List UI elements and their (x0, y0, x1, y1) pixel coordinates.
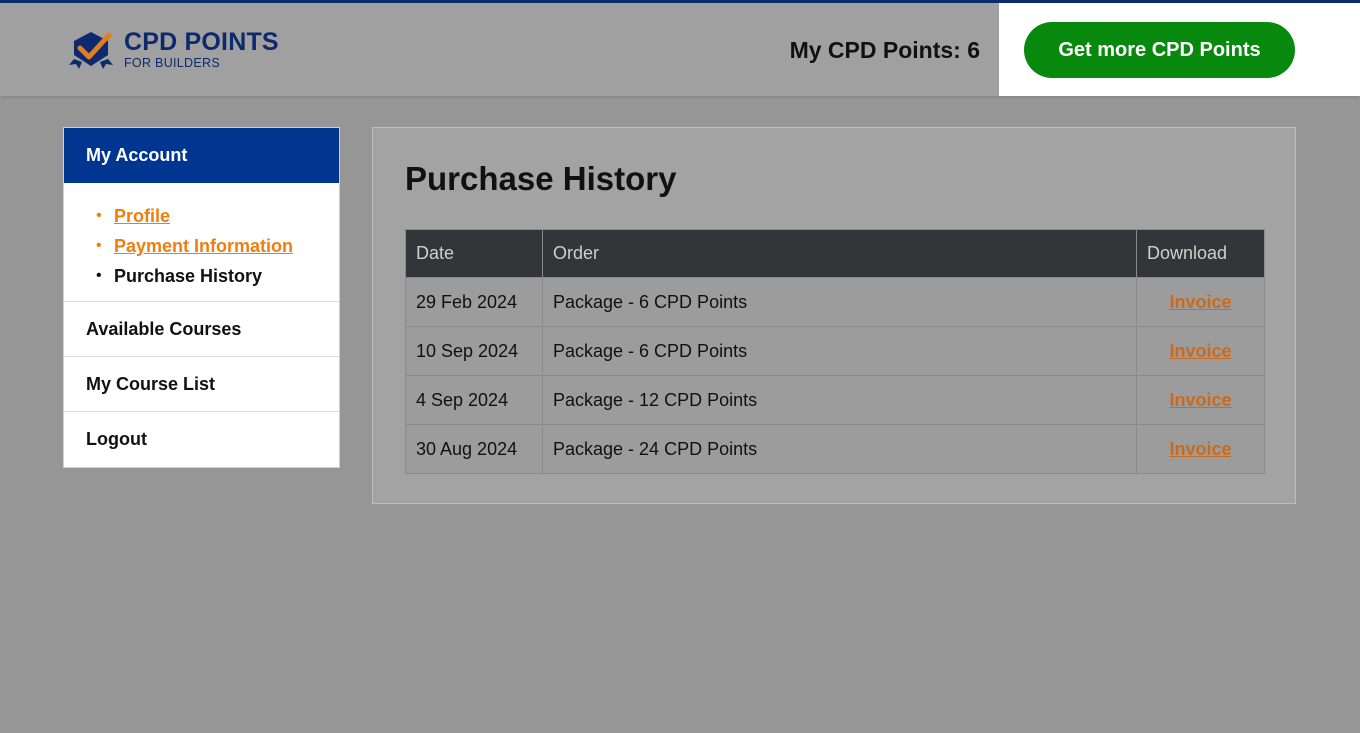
get-more-points-button[interactable]: Get more CPD Points (1024, 22, 1295, 78)
submenu-item-profile[interactable]: • Profile (96, 201, 339, 231)
table-row: 10 Sep 2024 Package - 6 CPD Points Invoi… (405, 326, 1265, 376)
cell-download: Invoice (1136, 277, 1265, 327)
logo-title: CPD POINTS (124, 28, 279, 57)
submenu-item-payment-information[interactable]: • Payment Information (96, 231, 339, 261)
table-header-row: Date Order Download (405, 229, 1265, 278)
cell-date: 30 Aug 2024 (405, 424, 543, 474)
page-title: Purchase History (405, 160, 677, 197)
cell-download: Invoice (1136, 326, 1265, 376)
cell-date: 10 Sep 2024 (405, 326, 543, 376)
invoice-link[interactable]: Invoice (1169, 439, 1231, 459)
column-header-date: Date (405, 229, 543, 278)
cta-panel: Get more CPD Points (999, 3, 1360, 96)
bullet-icon: • (96, 237, 102, 254)
purchase-history-table: Date Order Download 29 Feb 2024 Package … (405, 229, 1265, 474)
column-header-order: Order (542, 229, 1137, 278)
invoice-link[interactable]: Invoice (1169, 390, 1231, 410)
account-submenu: • Profile • Payment Information • Purcha… (64, 183, 339, 302)
bullet-icon: • (96, 267, 102, 284)
profile-link[interactable]: Profile (114, 201, 170, 231)
account-sidebar: My Account • Profile • Payment Informati… (63, 127, 340, 468)
submenu-item-purchase-history: • Purchase History (96, 261, 339, 291)
checkmark-badge-icon (69, 32, 113, 69)
cpd-points-balance: My CPD Points: 6 (789, 37, 980, 63)
payment-information-link[interactable]: Payment Information (114, 231, 293, 261)
logo-subtitle: FOR BUILDERS (124, 56, 220, 71)
cell-date: 4 Sep 2024 (405, 375, 543, 425)
cell-order: Package - 6 CPD Points (542, 326, 1137, 376)
cell-order: Package - 6 CPD Points (542, 277, 1137, 327)
cell-date: 29 Feb 2024 (405, 277, 543, 327)
invoice-link[interactable]: Invoice (1169, 292, 1231, 312)
purchase-history-panel: Purchase History Date Order Download 29 … (372, 127, 1296, 504)
column-header-download: Download (1136, 229, 1265, 278)
sidebar-item-available-courses[interactable]: Available Courses (64, 302, 339, 357)
table-row: 30 Aug 2024 Package - 24 CPD Points Invo… (405, 424, 1265, 474)
sidebar-item-logout[interactable]: Logout (64, 412, 339, 467)
cell-download: Invoice (1136, 375, 1265, 425)
cell-download: Invoice (1136, 424, 1265, 474)
logo-text: CPD POINTS FOR BUILDERS (124, 30, 279, 70)
table-row: 4 Sep 2024 Package - 12 CPD Points Invoi… (405, 375, 1265, 425)
sidebar-heading[interactable]: My Account (64, 128, 339, 183)
bullet-icon: • (96, 207, 102, 224)
table-row: 29 Feb 2024 Package - 6 CPD Points Invoi… (405, 277, 1265, 327)
sidebar-item-my-course-list[interactable]: My Course List (64, 357, 339, 412)
purchase-history-current: Purchase History (114, 266, 263, 286)
cell-order: Package - 12 CPD Points (542, 375, 1137, 425)
cell-order: Package - 24 CPD Points (542, 424, 1137, 474)
site-logo[interactable]: CPD POINTS FOR BUILDERS (68, 29, 279, 71)
invoice-link[interactable]: Invoice (1169, 341, 1231, 361)
